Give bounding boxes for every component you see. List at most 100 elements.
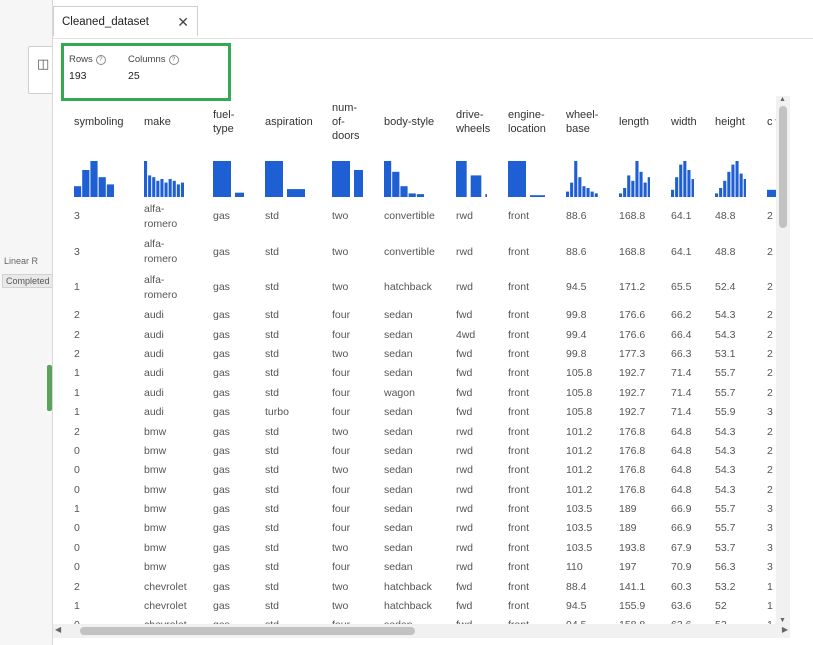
column-histogram-cell [363, 148, 435, 199]
table-row[interactable]: 2 audi gas std four sedan 4wd front 99.4 176.6 66.… [53, 325, 790, 344]
tab-cleaned-dataset[interactable]: Cleaned_dataset ✕ [53, 6, 198, 37]
table-cell: sedan [384, 309, 413, 322]
table-row[interactable]: 0 bmw gas std four sedan rwd front 101.2 176.8 64.… [53, 441, 790, 460]
table-cell: 101.2 [566, 483, 593, 496]
table-row[interactable]: 1 audi gas turbo four sedan fwd front 105.8 192.7… [53, 402, 790, 421]
column-header[interactable]: num-of-doors [311, 96, 363, 148]
table-cell: wagon [384, 386, 415, 399]
table-cell: sedan [384, 483, 413, 496]
table-cell: four [332, 386, 351, 399]
histogram-bar [354, 170, 363, 197]
table-cell: 193.8 [619, 541, 646, 554]
table-cell: 54.3 [715, 483, 736, 496]
table-cell: 103.5 [566, 522, 593, 535]
info-icon[interactable]: ? [168, 55, 179, 65]
column-histogram [715, 161, 746, 197]
table-row[interactable]: 1 audi gas std four wagon fwd front 105.8 192.7 71… [53, 383, 790, 402]
vertical-scrollbar[interactable]: ▲ ▼ [776, 96, 790, 624]
table-cell: 155.9 [619, 600, 646, 613]
table-cell: two [332, 541, 349, 554]
table-cell: 177.3 [619, 347, 646, 360]
table-row[interactable]: 2 audi gas std four sedan fwd front 99.8 176.6 66.… [53, 306, 790, 325]
table-cell: 48.8 [715, 210, 736, 223]
table-row[interactable]: 0 bmw gas std four sedan rwd front 103.5 189 66.9 5… [53, 519, 790, 538]
column-header[interactable]: width [650, 96, 697, 148]
pipeline-node[interactable]: Linear R Completed [0, 252, 54, 288]
histogram-bar [631, 180, 635, 197]
table-cell: 1 [74, 406, 80, 419]
scroll-down-icon[interactable]: ▼ [779, 617, 786, 624]
table-row[interactable]: 1 audi gas std four sedan fwd front 105.8 192.7 71… [53, 364, 790, 383]
tab-label: Cleaned_dataset [62, 16, 149, 28]
table-cell: sedan [384, 444, 413, 457]
dataset-preview-panel: Cleaned_dataset ✕ Rows? 193 Columns? 25 … [52, 0, 813, 645]
histogram-bar [384, 161, 392, 197]
horizontal-scroll-thumb[interactable] [80, 627, 415, 635]
column-histogram-cell [435, 148, 487, 199]
table-cell: audi [144, 309, 164, 322]
table-cell: two [332, 580, 349, 593]
table-cell: std [265, 281, 280, 294]
table-row[interactable]: 0 bmw gas std two sedan rwd front 103.5 193.8 67.9… [53, 538, 790, 557]
scroll-left-icon[interactable]: ◀ [55, 625, 61, 634]
table-row[interactable]: 0chevroletgasstdfoursedanfwdfront94.5158… [53, 616, 790, 624]
table-cell: 192.7 [619, 367, 646, 380]
table-cell: std [265, 367, 280, 380]
table-cell: std [265, 483, 280, 496]
column-header[interactable]: body-style [363, 96, 435, 148]
column-header[interactable]: length [598, 96, 650, 148]
scroll-right-icon[interactable]: ▶ [782, 625, 788, 634]
table-cell: std [265, 386, 280, 399]
column-header[interactable]: wheel-base [545, 96, 598, 148]
table-cell: fwd [456, 386, 473, 399]
column-header[interactable]: height [694, 96, 746, 148]
table-cell: rwd [456, 561, 473, 574]
table-cell: 176.8 [619, 464, 646, 477]
table-cell: 0 [74, 522, 80, 535]
histogram-bar [530, 195, 545, 197]
table-row[interactable]: 1 alfa-romero gas std two hatchback rwd front 94… [53, 270, 790, 306]
table-cell: 66.9 [671, 522, 692, 535]
column-header[interactable]: drive-wheels [435, 96, 490, 148]
table-cell: four [332, 367, 351, 380]
column-header[interactable]: make [123, 96, 192, 148]
table-row[interactable]: 2 chevrolet gas std two hatchback fwd front 88.4… [53, 577, 790, 596]
table-row[interactable]: 2 audi gas std two sedan fwd front 99.8 177.3 66.3… [53, 344, 790, 363]
table-cell: 94.5 [566, 281, 587, 294]
table-row[interactable]: 3 alfa-romero gas std two convertible rwd front… [53, 199, 790, 235]
close-icon[interactable]: ✕ [177, 14, 189, 31]
column-header[interactable]: aspiration [244, 96, 313, 148]
column-histogram-cell [598, 148, 650, 199]
table-cell: rwd [456, 444, 473, 457]
table-cell: chevrolet [144, 580, 187, 593]
table-cell: gas [213, 309, 230, 322]
horizontal-scrollbar[interactable]: ◀ ▶ [53, 624, 790, 638]
column-histogram-cell [53, 148, 123, 199]
table-row[interactable]: 2 bmw gas std two sedan rwd front 101.2 176.8 64.8… [53, 422, 790, 441]
table-cell: 176.8 [619, 444, 646, 457]
canvas-background [0, 0, 52, 645]
vertical-scroll-thumb[interactable] [779, 106, 787, 228]
table-row[interactable]: 1 bmw gas std four sedan rwd front 103.5 189 66.9 5… [53, 499, 790, 518]
table-cell: 2 [74, 309, 80, 322]
column-header[interactable]: engine-location [487, 96, 546, 148]
table-cell: 176.8 [619, 425, 646, 438]
scroll-up-icon[interactable]: ▲ [779, 96, 786, 103]
table-row[interactable]: 0 bmw gas std four sedan rwd front 101.2 176.8 64.… [53, 480, 790, 499]
info-icon[interactable]: ? [95, 55, 106, 65]
table-cell: hatchback [384, 600, 432, 613]
table-row[interactable]: 0 bmw gas std two sedan rwd front 101.2 176.8 64.8… [53, 461, 790, 480]
table-cell: 88.6 [566, 245, 587, 258]
column-header[interactable]: symboling [53, 96, 124, 148]
table-row[interactable]: 3 alfa-romero gas std two convertible rwd front… [53, 235, 790, 271]
table-row[interactable]: 1 chevrolet gas std two hatchback fwd front 94.5… [53, 596, 790, 615]
histogram-bar [408, 193, 416, 197]
column-histogram [213, 161, 244, 197]
column-header[interactable]: fuel-type [192, 96, 244, 148]
table-cell: four [332, 561, 351, 574]
table-row[interactable]: 0 bmw gas std four sedan rwd front 110 197 70.9 56.… [53, 558, 790, 577]
table-cell: gas [213, 464, 230, 477]
table-cell: 55.7 [715, 503, 736, 516]
table-cell: std [244, 616, 311, 624]
column-histogram [74, 161, 114, 197]
